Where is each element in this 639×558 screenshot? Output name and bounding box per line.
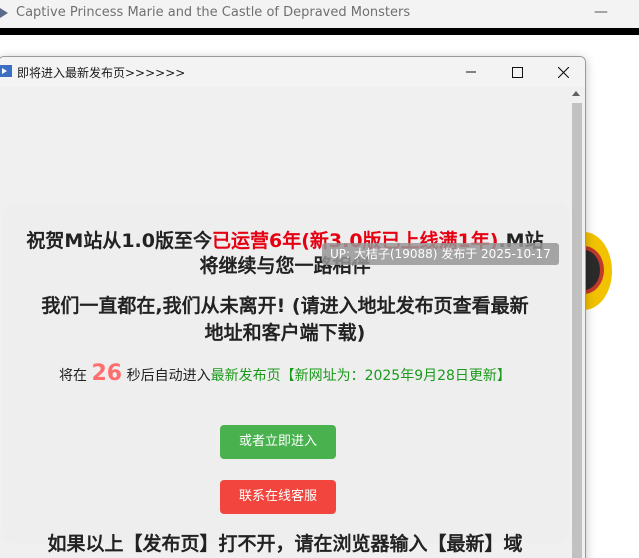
close-button[interactable] <box>540 57 585 87</box>
countdown-mid: 秒后自动进入 <box>126 368 211 384</box>
enter-now-button[interactable]: 或者立即进入 <box>220 425 336 459</box>
background-titlebar: Captive Princess Marie and the Castle of… <box>0 0 639 28</box>
dialog-title: 即将进入最新发布页>>>>>> <box>17 66 186 80</box>
scrollbar-thumb[interactable] <box>572 103 582 558</box>
uploader-tag: UP: 大桔子(19088) 发布于 2025-10-17 <box>322 243 559 265</box>
countdown: 将在 26 秒后自动进入最新发布页【新网址为：2025年9月28日更新】 <box>0 361 571 389</box>
app-icon <box>0 8 8 18</box>
scroll-up-icon[interactable] <box>572 91 580 96</box>
redirect-dialog: 即将进入最新发布页>>>>>> 祝贺M站从1.0版至今已运营6年(新3.0版已上… <box>0 56 586 558</box>
subheadline-line2: 地址和客户端下载) <box>204 322 366 344</box>
scrollbar[interactable] <box>569 87 585 558</box>
headline-part1: 祝贺M站从1.0版至今 <box>26 230 212 252</box>
maximize-icon <box>511 66 523 78</box>
background-minimize-button[interactable]: — <box>590 0 612 28</box>
fallback-instructions: 如果以上【发布页】打不开，请在浏览器输入【最新】域 <box>47 533 523 555</box>
contact-support-button[interactable]: 联系在线客服 <box>220 480 336 514</box>
dialog-titlebar[interactable]: 即将进入最新发布页>>>>>> <box>0 57 585 87</box>
subheadline-line1: 我们一直都在,我们从未离开! (请进入地址发布页查看最新 <box>41 295 529 317</box>
maximize-button[interactable] <box>494 57 540 87</box>
close-icon <box>557 66 569 78</box>
release-page-link[interactable]: 最新发布页【新网址为：2025年9月28日更新】 <box>211 368 511 384</box>
background-window-title: Captive Princess Marie and the Castle of… <box>16 5 411 20</box>
minimize-button[interactable] <box>448 57 494 87</box>
countdown-prefix: 将在 <box>59 368 88 384</box>
minimize-icon <box>466 71 476 73</box>
countdown-seconds: 26 <box>91 361 123 386</box>
background-divider <box>0 28 639 35</box>
app-icon <box>0 65 12 77</box>
subheadline: 我们一直都在,我们从未离开! (请进入地址发布页查看最新 地址和客户端下载) <box>0 293 571 347</box>
